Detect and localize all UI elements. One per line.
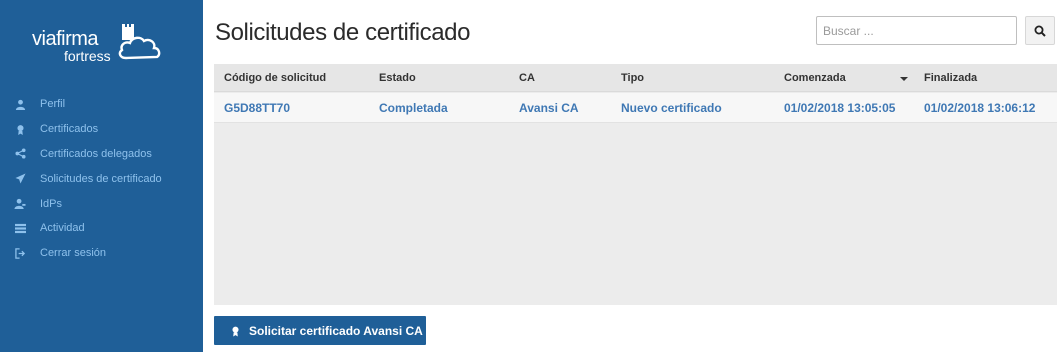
sort-desc-icon[interactable] [900,77,908,81]
column-header-codigo[interactable]: Código de solicitud [224,72,326,84]
sidebar-item-label: Certificados [40,123,99,136]
certificate-icon [14,123,26,135]
sidebar-item-label: IdPs [40,197,63,210]
cell-tipo[interactable]: Nuevo certificado [621,101,722,115]
sidebar-item-solicitudes[interactable]: Solicitudes de certificado [0,166,203,191]
certificate-icon [230,325,241,337]
user-icon [14,98,26,110]
castle-cloud-logo-icon [118,24,161,60]
share-icon [14,148,26,160]
logo[interactable]: viafirma fortress [32,18,182,68]
cell-estado[interactable]: Completada [379,101,448,115]
request-certificate-label: Solicitar certificado Avansi CA [249,323,423,338]
cell-comenzada[interactable]: 01/02/2018 13:05:05 [784,101,895,115]
cell-finalizada[interactable]: 01/02/2018 13:06:12 [924,101,1035,115]
sidebar: viafirma fortress Perfil Certificados Ce… [0,0,203,352]
list-icon [14,222,26,234]
cell-codigo[interactable]: G5D88TT70 [224,101,290,115]
requests-table: Código de solicitud Estado CA Tipo Comen… [214,64,1057,305]
sidebar-item-cerrar-sesion[interactable]: Cerrar sesión [0,241,203,266]
sidebar-item-perfil[interactable]: Perfil [0,92,203,117]
send-icon [14,173,26,185]
logo-sub: fortress [64,48,111,64]
main-content: Solicitudes de certificado Código de sol… [203,0,1062,352]
sidebar-item-label: Cerrar sesión [40,247,107,260]
sidebar-item-idps[interactable]: IdPs [0,191,203,216]
column-header-estado[interactable]: Estado [379,72,416,84]
sidebar-item-label: Actividad [40,222,85,235]
sidebar-item-certificados[interactable]: Certificados [0,117,203,142]
sign-out-icon [14,247,26,259]
column-header-tipo[interactable]: Tipo [621,72,644,84]
sidebar-item-label: Certificados delegados [40,147,152,160]
table-header: Código de solicitud Estado CA Tipo Comen… [214,64,1057,92]
search-icon [1034,25,1046,37]
search-input[interactable] [816,16,1017,45]
sidebar-item-certificados-delegados[interactable]: Certificados delegados [0,142,203,167]
sidebar-item-label: Solicitudes de certificado [40,172,162,185]
table-row[interactable]: G5D88TT70 Completada Avansi CA Nuevo cer… [214,93,1057,123]
column-header-ca[interactable]: CA [519,72,535,84]
sidebar-item-label: Perfil [40,98,66,111]
search-button[interactable] [1025,16,1055,45]
user-group-icon [14,198,26,210]
sidebar-item-actividad[interactable]: Actividad [0,216,203,241]
sidebar-nav: Perfil Certificados Certificados delegad… [0,92,203,266]
column-header-comenzada[interactable]: Comenzada [784,72,846,84]
cell-ca[interactable]: Avansi CA [519,101,579,115]
page-title: Solicitudes de certificado [215,19,471,46]
request-certificate-button[interactable]: Solicitar certificado Avansi CA [214,316,426,345]
column-header-finalizada[interactable]: Finalizada [924,72,977,84]
